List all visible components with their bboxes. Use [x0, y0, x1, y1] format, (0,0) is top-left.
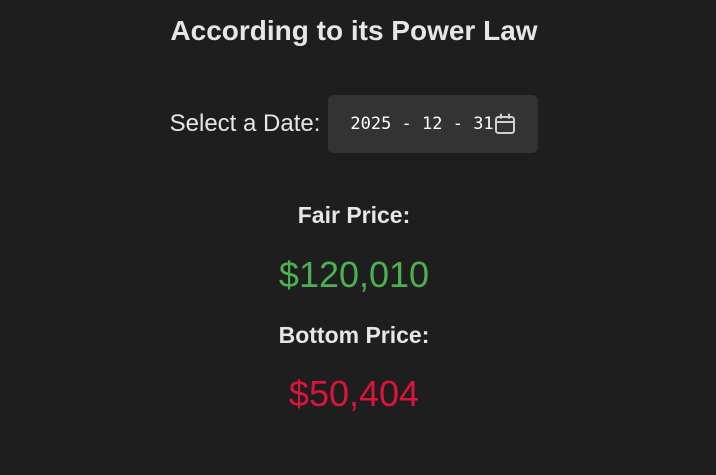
date-input[interactable]: 2025 - 12 - 31: [328, 95, 539, 153]
fair-price-value: $120,010: [278, 254, 430, 295]
bottom-price-value: $50,404: [288, 373, 420, 414]
page-title: According to its Power Law: [170, 15, 538, 46]
date-selector-row: Select a Date: 2025 - 12 - 31: [0, 95, 708, 153]
fair-price-label: Fair Price:: [297, 202, 411, 228]
bottom-price-label: Bottom Price:: [278, 322, 430, 348]
date-value[interactable]: 2025 - 12 - 31: [350, 114, 493, 134]
calendar-icon[interactable]: [494, 113, 516, 135]
date-label: Select a Date:: [169, 110, 321, 137]
